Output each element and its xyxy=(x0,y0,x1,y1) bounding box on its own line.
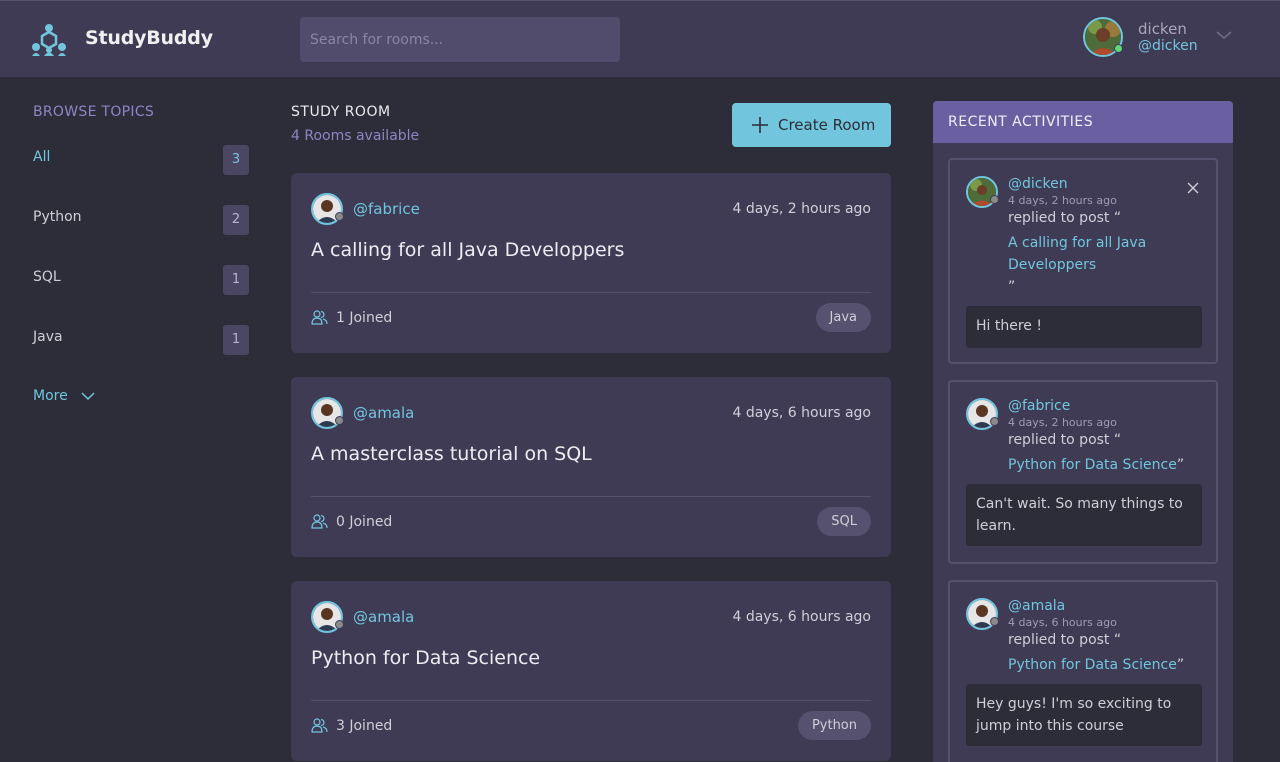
offline-status-dot xyxy=(990,617,999,626)
topic-item-all[interactable]: All 3 xyxy=(33,145,249,177)
create-room-button[interactable]: Create Room xyxy=(732,103,891,147)
activity-verb: replied to post “ xyxy=(1008,432,1122,448)
divider xyxy=(311,292,871,293)
room-time: 4 days, 6 hours ago xyxy=(732,609,871,625)
chevron-down-icon[interactable] xyxy=(1215,29,1233,41)
room-title[interactable]: A calling for all Java Developpers xyxy=(311,239,624,261)
logo-icon[interactable] xyxy=(31,23,67,57)
activity-avatar[interactable] xyxy=(966,398,999,430)
activity-post-title[interactable]: Python for Data Science xyxy=(1008,457,1177,473)
topic-count: 1 xyxy=(223,265,249,295)
host-avatar[interactable] xyxy=(311,193,344,225)
room-card[interactable]: @amala 4 days, 6 hours ago A masterclass… xyxy=(291,377,891,557)
close-icon[interactable] xyxy=(1187,182,1199,194)
activity-post-title[interactable]: Python for Data Science xyxy=(1008,657,1177,673)
activity-message: Can't wait. So many things to learn. xyxy=(966,484,1202,546)
joined-count: 0 Joined xyxy=(336,514,393,530)
page-title: STUDY ROOM xyxy=(291,104,391,120)
offline-status-dot xyxy=(990,417,999,426)
host-name[interactable]: @fabrice xyxy=(353,200,420,218)
topic-item-java[interactable]: Java 1 xyxy=(33,325,249,357)
plus-icon xyxy=(752,117,768,133)
online-status-dot xyxy=(1114,44,1123,53)
activity-time: 4 days, 2 hours ago xyxy=(1008,194,1117,207)
offline-status-dot xyxy=(990,195,999,204)
activity-card: @dicken 4 days, 2 hours ago replied to p… xyxy=(948,158,1218,364)
topic-tag[interactable]: Python xyxy=(797,711,871,740)
room-time: 4 days, 6 hours ago xyxy=(732,405,871,421)
chevron-down-icon xyxy=(81,392,95,401)
activity-avatar[interactable] xyxy=(966,176,999,208)
top-header: StudyBuddy dicken @dicken xyxy=(0,0,1280,77)
activity-verb: replied to post “ xyxy=(1008,210,1122,226)
rooms-count: 4 Rooms available xyxy=(291,128,420,144)
browse-topics-title: BROWSE TOPICS xyxy=(33,104,155,120)
activity-message: Hi there ! xyxy=(966,306,1202,348)
topic-count: 2 xyxy=(223,205,249,235)
activity-post-link[interactable]: A calling for all Java Developpers ” xyxy=(1008,232,1178,298)
room-card[interactable]: @amala 4 days, 6 hours ago Python for Da… xyxy=(291,581,891,761)
activity-message: Hey guys! I'm so exciting to jump into t… xyxy=(966,684,1202,746)
activity-user[interactable]: @amala xyxy=(1008,598,1065,614)
activity-user[interactable]: @fabrice xyxy=(1008,398,1070,414)
activity-time: 4 days, 6 hours ago xyxy=(1008,616,1117,629)
room-title[interactable]: A masterclass tutorial on SQL xyxy=(311,443,592,465)
activity-post-title[interactable]: A calling for all Java Developpers xyxy=(1008,235,1146,273)
more-label: More xyxy=(33,388,68,404)
create-room-label: Create Room xyxy=(778,116,876,134)
topic-label: SQL xyxy=(33,269,61,285)
room-title[interactable]: Python for Data Science xyxy=(311,647,540,669)
more-topics-link[interactable]: More xyxy=(33,388,95,404)
divider xyxy=(311,700,871,701)
activity-close-quote: ” xyxy=(1176,457,1185,473)
topic-item-sql[interactable]: SQL 1 xyxy=(33,265,249,297)
topic-count: 3 xyxy=(223,145,249,175)
activity-close-quote: ” xyxy=(1008,279,1016,295)
topic-label: Java xyxy=(33,329,63,345)
topic-tag[interactable]: SQL xyxy=(817,507,871,536)
recent-activities-panel: RECENT ACTIVITIES @dicken 4 days, 2 hour… xyxy=(933,101,1233,762)
user-handle[interactable]: @dicken xyxy=(1138,38,1198,54)
recent-activities-title: RECENT ACTIVITIES xyxy=(933,101,1233,143)
host-avatar[interactable] xyxy=(311,397,344,429)
users-icon xyxy=(311,514,328,529)
activity-post-link[interactable]: Python for Data Science” xyxy=(1008,454,1188,476)
host-avatar[interactable] xyxy=(311,601,344,633)
users-icon xyxy=(311,310,328,325)
room-card[interactable]: @fabrice 4 days, 2 hours ago A calling f… xyxy=(291,173,891,353)
activity-time: 4 days, 2 hours ago xyxy=(1008,416,1117,429)
host-name[interactable]: @amala xyxy=(353,608,414,626)
topic-label: Python xyxy=(33,209,82,225)
offline-status-dot xyxy=(335,212,344,221)
topic-count: 1 xyxy=(223,325,249,355)
offline-status-dot xyxy=(335,620,344,629)
brand-name[interactable]: StudyBuddy xyxy=(85,27,213,49)
activity-user[interactable]: @dicken xyxy=(1008,176,1068,192)
activity-card: @fabrice 4 days, 2 hours ago replied to … xyxy=(948,380,1218,564)
joined-count: 1 Joined xyxy=(336,310,393,326)
host-name[interactable]: @amala xyxy=(353,404,414,422)
room-time: 4 days, 2 hours ago xyxy=(732,201,871,217)
users-icon xyxy=(311,718,328,733)
joined-count: 3 Joined xyxy=(336,718,393,734)
offline-status-dot xyxy=(335,416,344,425)
topic-tag[interactable]: Java xyxy=(815,303,871,332)
topic-item-python[interactable]: Python 2 xyxy=(33,205,249,237)
search-input[interactable] xyxy=(300,17,620,62)
user-avatar[interactable] xyxy=(1083,17,1123,57)
activity-post-link[interactable]: Python for Data Science” xyxy=(1008,654,1188,676)
activity-verb: replied to post “ xyxy=(1008,632,1122,648)
activity-card: @amala 4 days, 6 hours ago replied to po… xyxy=(948,580,1218,762)
divider xyxy=(311,496,871,497)
topic-label: All xyxy=(33,149,51,165)
user-name[interactable]: dicken xyxy=(1138,20,1187,38)
activity-avatar[interactable] xyxy=(966,598,999,630)
activity-close-quote: ” xyxy=(1176,657,1185,673)
